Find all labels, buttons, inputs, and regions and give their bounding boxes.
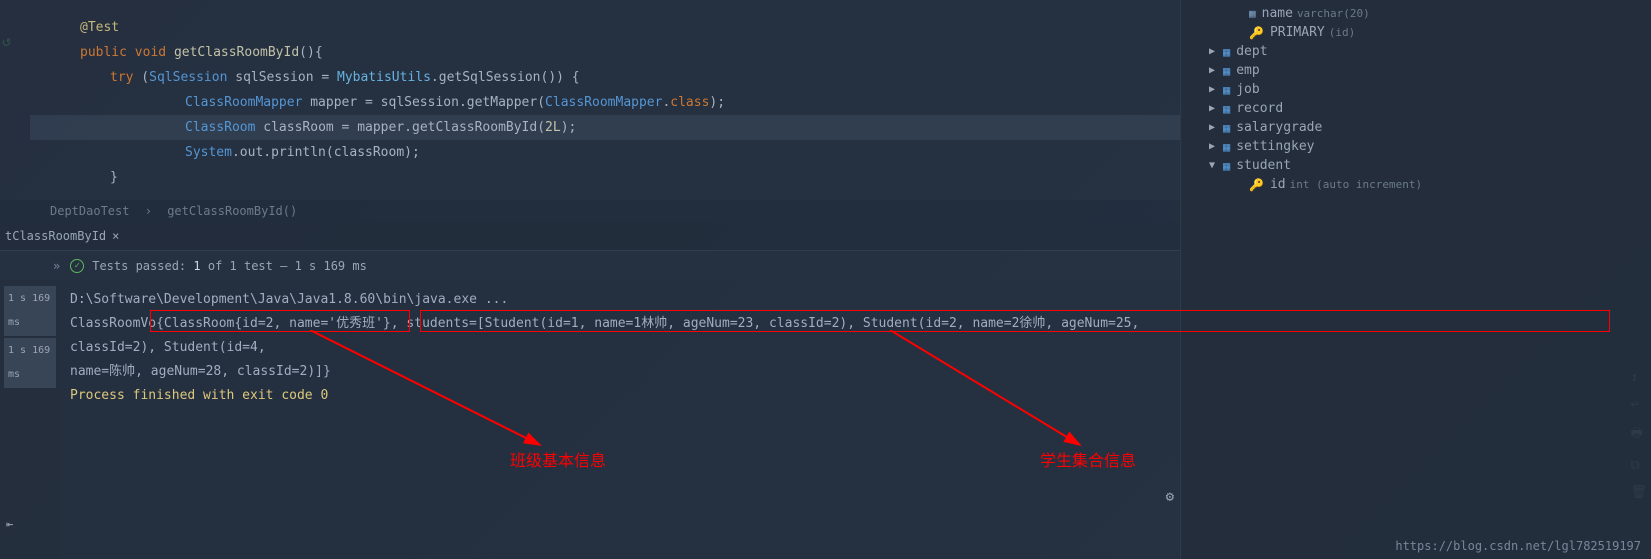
breadcrumb[interactable]: DeptDaoTest › getClassRoomById() <box>0 200 1180 222</box>
output-line-1: ClassRoomVo{ClassRoom{id=2, name='优秀班'},… <box>70 312 1170 360</box>
expand-icon[interactable]: ▶ <box>1209 141 1223 152</box>
db-table-record[interactable]: ▶ ▦ record <box>1191 99 1641 118</box>
console-output[interactable]: D:\Software\Development\Java\Java1.8.60\… <box>60 280 1180 559</box>
test-passed-icon: ✓ <box>70 259 84 273</box>
code-editor[interactable]: @Test public void getClassRoomById(){ tr… <box>0 0 1180 200</box>
database-tree[interactable]: ▦ name varchar(20) 🔑 PRIMARY (id) ▶ ▦ de… <box>1180 0 1651 559</box>
output-line-2: name=陈帅, ageNum=28, classId=2)]} <box>70 360 1170 384</box>
table-icon: ▦ <box>1223 121 1230 135</box>
table-icon: ▦ <box>1223 64 1230 78</box>
db-table-salarygrade[interactable]: ▶ ▦ salarygrade <box>1191 118 1641 137</box>
column-icon: ▦ <box>1249 7 1256 20</box>
db-column-name[interactable]: ▦ name varchar(20) <box>1191 4 1641 23</box>
java-exec-path: D:\Software\Development\Java\Java1.8.60\… <box>70 288 1170 312</box>
run-tab[interactable]: tClassRoomById <box>5 229 106 243</box>
key-column-icon: 🔑 <box>1249 178 1264 192</box>
exit-code-msg: Process finished with exit code 0 <box>70 384 1170 408</box>
db-table-emp[interactable]: ▶ ▦ emp <box>1191 61 1641 80</box>
expand-icon[interactable]: ▶ <box>1209 65 1223 76</box>
db-primary-key[interactable]: 🔑 PRIMARY (id) <box>1191 23 1641 42</box>
table-icon: ▦ <box>1223 83 1230 97</box>
annotation-student-info: 学生集合信息 <box>1040 450 1136 474</box>
table-icon: ▦ <box>1223 140 1230 154</box>
tests-passed-label: Tests passed: 1 of 1 test – 1 s 169 ms <box>92 259 367 273</box>
db-table-student[interactable]: ▼ ▦ student <box>1191 156 1641 175</box>
db-table-job[interactable]: ▶ ▦ job <box>1191 80 1641 99</box>
breadcrumb-method[interactable]: getClassRoomById() <box>167 204 297 218</box>
expand-icon[interactable]: ▶ <box>1209 46 1223 57</box>
table-icon: ▦ <box>1223 45 1230 59</box>
db-table-settingkey[interactable]: ▶ ▦ settingkey <box>1191 137 1641 156</box>
test-status-bar: ⇤ » ✓ Tests passed: 1 of 1 test – 1 s 16… <box>0 250 1180 280</box>
collapse-icon[interactable]: ⇤ <box>6 517 13 531</box>
console-area: 1 s 169 ms 1 s 169 ms D:\Software\Develo… <box>0 280 1180 559</box>
collapse-icon[interactable]: ▼ <box>1209 160 1223 171</box>
watermark: https://blog.csdn.net/lgl782519197 <box>1395 539 1641 553</box>
run-tab-bar: tClassRoomById × <box>0 222 1180 250</box>
annotation-classroom-info: 班级基本信息 <box>510 450 606 474</box>
expand-icon[interactable]: ▶ <box>1209 103 1223 114</box>
close-tab-icon[interactable]: × <box>112 229 119 243</box>
table-icon: ▦ <box>1223 159 1230 173</box>
db-column-id[interactable]: 🔑 id int (auto increment) <box>1191 175 1641 194</box>
breadcrumb-class[interactable]: DeptDaoTest <box>50 204 129 218</box>
expand-icon[interactable]: ▶ <box>1209 84 1223 95</box>
expand-icon[interactable]: ▶ <box>1209 122 1223 133</box>
db-table-dept[interactable]: ▶ ▦ dept <box>1191 42 1641 61</box>
table-icon: ▦ <box>1223 102 1230 116</box>
key-icon: 🔑 <box>1249 26 1264 40</box>
test-annotation: @Test <box>80 20 119 35</box>
